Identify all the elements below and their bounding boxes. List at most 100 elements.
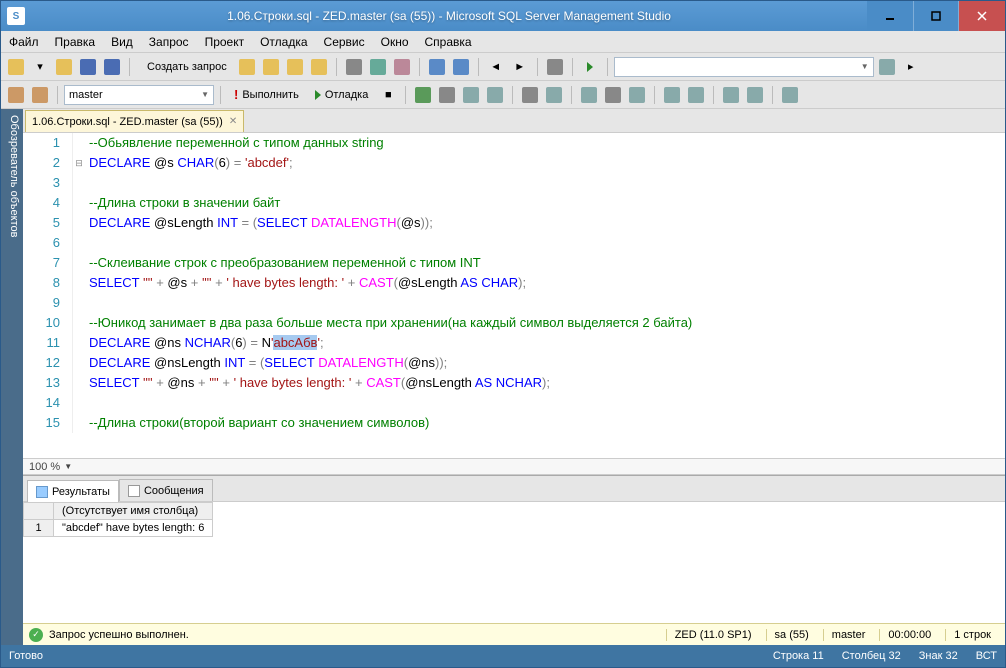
fold-column[interactable] [73,213,85,233]
menu-файл[interactable]: Файл [1,32,47,52]
zoom-level[interactable]: 100 %▼ [23,459,1005,475]
code-line[interactable]: 11DECLARE @ns NCHAR(6) = N'abcАбв'; [23,333,1005,353]
code-line[interactable]: 3 [23,173,1005,193]
connect-button[interactable] [5,84,27,106]
minimize-button[interactable] [867,1,913,31]
menu-отладка[interactable]: Отладка [252,32,315,52]
code-content[interactable]: SELECT '"' + @s + '"' + ' have bytes len… [85,273,1005,293]
copy-button[interactable] [367,56,389,78]
menu-окно[interactable]: Окно [373,32,417,52]
results-file-button[interactable] [626,84,648,106]
activity-monitor-button[interactable] [544,56,566,78]
comment-button[interactable] [661,84,683,106]
intellisense-button[interactable] [484,84,506,106]
object-explorer-tab[interactable]: Обозреватель объектов [1,109,23,645]
code-content[interactable]: SELECT '"' + @ns + '"' + ' have bytes le… [85,373,1005,393]
mdx-query-button[interactable] [260,56,282,78]
find-combo[interactable]: ▼ [614,57,874,77]
code-line[interactable]: 10--Юникод занимает в два раза больше ме… [23,313,1005,333]
code-line[interactable]: 12DECLARE @nsLength INT = (SELECT DATALE… [23,353,1005,373]
menu-запрос[interactable]: Запрос [141,32,197,52]
redo-button[interactable] [450,56,472,78]
fold-column[interactable] [73,173,85,193]
engine-query-button[interactable] [236,56,258,78]
fold-column[interactable] [73,133,85,153]
extra2-button[interactable]: ▸ [900,56,922,78]
code-content[interactable]: DECLARE @ns NCHAR(6) = N'abcАбв'; [85,333,1005,353]
results-grid-button[interactable] [602,84,624,106]
specify-values-button[interactable] [779,84,801,106]
parse-button[interactable] [412,84,434,106]
code-line[interactable]: 9 [23,293,1005,313]
disconnect-button[interactable] [29,84,51,106]
fold-column[interactable] [73,293,85,313]
query-options-button[interactable] [460,84,482,106]
column-header[interactable]: (Отсутствует имя столбца) [54,503,213,520]
database-combo[interactable]: master▼ [64,85,214,105]
uncomment-button[interactable] [685,84,707,106]
row-header-blank[interactable] [24,503,54,520]
outdent-button[interactable] [744,84,766,106]
code-editor[interactable]: 1--Обьявление переменной с типом данных … [23,133,1005,433]
code-line[interactable]: 15--Длина строки(второй вариант со значе… [23,413,1005,433]
code-content[interactable]: --Обьявление переменной с типом данных s… [85,133,1005,153]
fold-column[interactable] [73,273,85,293]
new-query-button[interactable]: Создать запрос [136,57,234,77]
code-line[interactable]: 13SELECT '"' + @ns + '"' + ' have bytes … [23,373,1005,393]
client-stats-button[interactable] [543,84,565,106]
dmx-query-button[interactable] [284,56,306,78]
new-dropdown-button[interactable]: ▾ [29,56,51,78]
maximize-button[interactable] [913,1,959,31]
save-all-button[interactable] [101,56,123,78]
menu-вид[interactable]: Вид [103,32,141,52]
code-line[interactable]: 4--Длина строки в значении байт [23,193,1005,213]
close-tab-icon[interactable]: ✕ [229,116,237,127]
code-line[interactable]: 6 [23,233,1005,253]
xmla-query-button[interactable] [308,56,330,78]
indent-button[interactable] [720,84,742,106]
fold-column[interactable] [73,373,85,393]
fold-column[interactable] [73,353,85,373]
new-project-button[interactable] [5,56,27,78]
code-content[interactable]: DECLARE @s CHAR(6) = 'abcdef'; [85,153,1005,173]
paste-button[interactable] [391,56,413,78]
editor-scroll[interactable]: 1--Обьявление переменной с типом данных … [23,133,1005,458]
menu-сервис[interactable]: Сервис [316,32,373,52]
code-line[interactable]: 5DECLARE @sLength INT = (SELECT DATALENG… [23,213,1005,233]
menu-правка[interactable]: Правка [47,32,104,52]
menu-проект[interactable]: Проект [197,32,253,52]
fold-column[interactable] [73,393,85,413]
code-content[interactable]: --Юникод занимает в два раза больше мест… [85,313,1005,333]
code-line[interactable]: 8SELECT '"' + @s + '"' + ' have bytes le… [23,273,1005,293]
undo-button[interactable] [426,56,448,78]
code-content[interactable]: --Склеивание строк с преобразованием пер… [85,253,1005,273]
code-content[interactable]: --Длина строки в значении байт [85,193,1005,213]
code-content[interactable]: DECLARE @sLength INT = (SELECT DATALENGT… [85,213,1005,233]
save-button[interactable] [77,56,99,78]
results-text-button[interactable] [578,84,600,106]
code-line[interactable]: 2⊟DECLARE @s CHAR(6) = 'abcdef'; [23,153,1005,173]
code-content[interactable] [85,293,1005,313]
code-content[interactable]: --Длина строки(второй вариант со значени… [85,413,1005,433]
code-line[interactable]: 1--Обьявление переменной с типом данных … [23,133,1005,153]
code-content[interactable]: DECLARE @nsLength INT = (SELECT DATALENG… [85,353,1005,373]
results-grid[interactable]: (Отсутствует имя столбца) 1"abcdef" have… [23,502,1005,623]
estimated-plan-button[interactable] [436,84,458,106]
menu-справка[interactable]: Справка [417,32,480,52]
fold-column[interactable] [73,333,85,353]
extra1-button[interactable] [876,56,898,78]
code-line[interactable]: 14 [23,393,1005,413]
fold-column[interactable] [73,253,85,273]
document-tab-active[interactable]: 1.06.Строки.sql - ZED.master (sa (55)) ✕ [25,110,244,132]
fold-column[interactable] [73,413,85,433]
fold-column[interactable] [73,313,85,333]
debug-button[interactable]: Отладка [308,85,375,105]
nav-back-button[interactable]: ◄ [485,56,507,78]
run-button[interactable] [579,56,601,78]
fold-column[interactable] [73,233,85,253]
open-dropdown-button[interactable] [53,56,75,78]
stop-button[interactable]: ■ [377,84,399,106]
nav-fwd-button[interactable]: ► [509,56,531,78]
actual-plan-button[interactable] [519,84,541,106]
execute-button[interactable]: !Выполнить [227,83,306,106]
